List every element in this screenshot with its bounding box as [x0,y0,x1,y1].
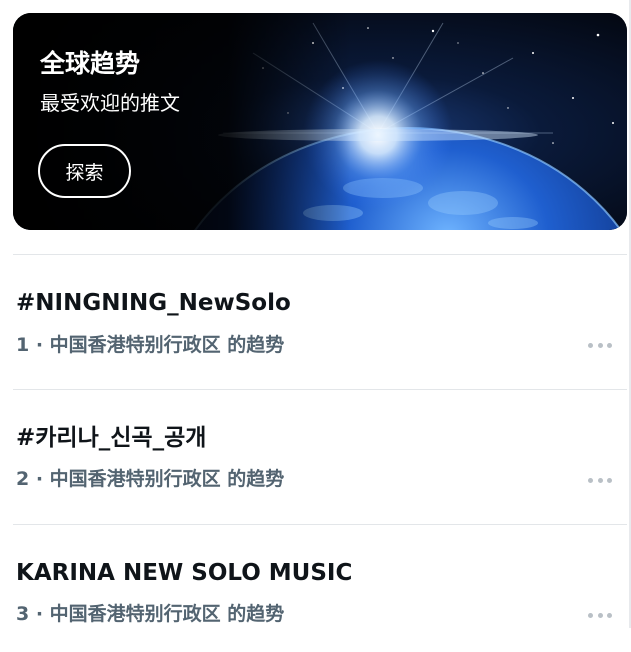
trend-meta: 2 · 中国香港特别行政区 的趋势 [16,468,285,490]
explore-button[interactable]: 探索 [38,144,131,198]
more-horizontal-icon[interactable] [588,610,612,620]
global-trends-banner: 全球趋势 最受欢迎的推文 探索 [13,13,627,230]
trend-meta: 1 · 中国香港特别行政区 的趋势 [16,334,285,356]
trend-name: #카리나_신곡_공개 [16,425,207,451]
trend-name: KARINA NEW SOLO MUSIC [16,560,353,586]
banner-subtitle: 最受欢迎的推文 [40,91,180,115]
more-horizontal-icon[interactable] [588,340,612,350]
divider [13,524,627,525]
divider [13,254,627,255]
trend-item-2[interactable]: #카리나_신곡_공개 2 · 中国香港特别行政区 的趋势 [0,397,631,517]
trend-meta: 3 · 中国香港特别行政区 的趋势 [16,603,285,625]
trend-name: #NINGNING_NewSolo [16,290,291,316]
trend-item-3[interactable]: KARINA NEW SOLO MUSIC 3 · 中国香港特别行政区 的趋势 [0,532,631,652]
trend-item-1[interactable]: #NINGNING_NewSolo 1 · 中国香港特别行政区 的趋势 [0,262,631,382]
banner-title: 全球趋势 [40,49,141,78]
divider [13,389,627,390]
more-horizontal-icon[interactable] [588,475,612,485]
